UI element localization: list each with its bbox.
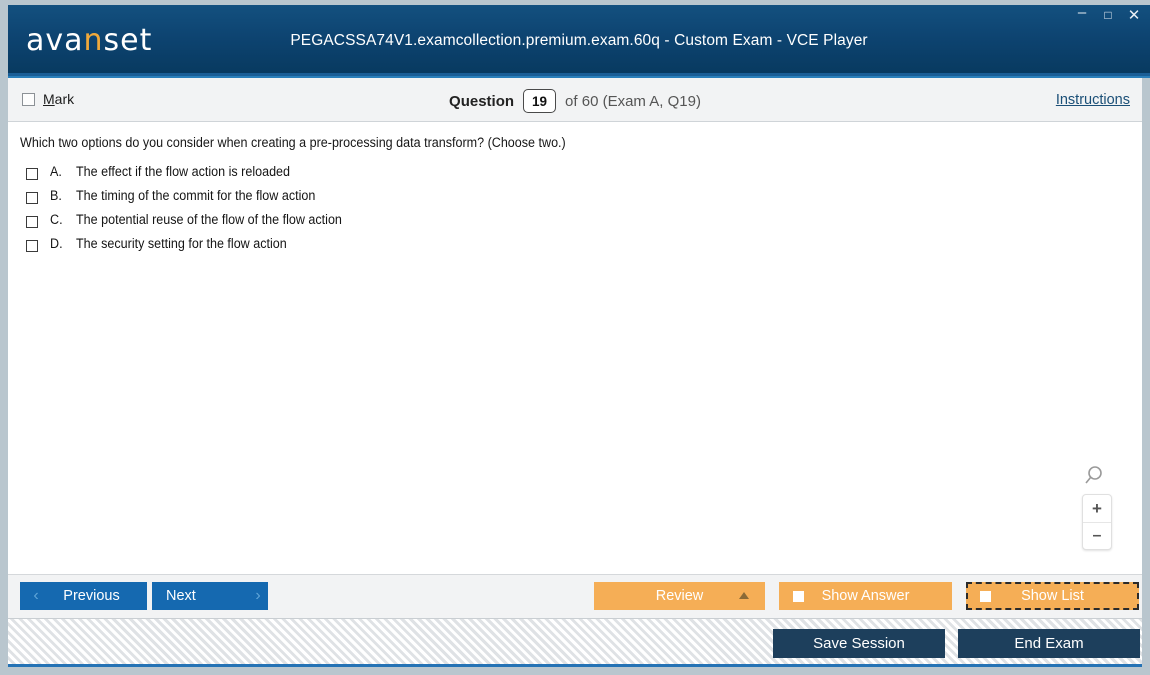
answer-checkbox-b[interactable] xyxy=(26,192,38,204)
answer-letter-c: C. xyxy=(50,212,63,227)
footer-bar: Save Session End Exam xyxy=(8,619,1142,667)
answer-option[interactable]: B. The timing of the commit for the flow… xyxy=(26,188,362,212)
app-title: PEGACSSA74V1.examcollection.premium.exam… xyxy=(290,32,868,49)
answer-text-a: The effect if the flow action is reloade… xyxy=(76,164,291,179)
answer-text-b: The timing of the commit for the flow ac… xyxy=(76,188,316,203)
answer-letter-d: D. xyxy=(50,236,63,251)
zoom-in-button[interactable]: + xyxy=(1083,495,1111,522)
zoom-out-button[interactable]: – xyxy=(1083,522,1111,549)
end-exam-button[interactable]: End Exam xyxy=(958,629,1140,658)
question-counter: Question 19 of 60 (Exam A, Q19) xyxy=(8,89,1142,113)
answer-checkbox-d[interactable] xyxy=(26,240,38,252)
answer-text-c: The potential reuse of the flow of the f… xyxy=(76,212,342,227)
save-session-button[interactable]: Save Session xyxy=(773,629,945,658)
answer-option[interactable]: C. The potential reuse of the flow of th… xyxy=(26,212,362,236)
question-text: Which two options do you consider when c… xyxy=(20,135,566,150)
question-content-area: Which two options do you consider when c… xyxy=(8,122,1142,575)
chevron-right-icon: › xyxy=(255,587,261,604)
checkbox-square-icon xyxy=(793,591,804,602)
review-button-label: Review xyxy=(655,588,704,604)
close-icon[interactable]: ✕ xyxy=(1126,7,1142,23)
review-button[interactable]: Review xyxy=(594,582,765,610)
show-answer-button-label: Show Answer xyxy=(821,588,910,604)
minimize-icon[interactable]: – xyxy=(1074,5,1090,23)
answer-option[interactable]: D. The security setting for the flow act… xyxy=(26,236,362,260)
show-list-button[interactable]: Show List xyxy=(966,582,1139,610)
navigation-toolbar: ‹ Previous Next › Review Show Answer Sho… xyxy=(8,575,1142,619)
title-bar: avanset PEGACSSA74V1.examcollection.prem… xyxy=(8,5,1150,73)
window-controls: – □ ✕ xyxy=(1074,5,1142,23)
caret-up-icon xyxy=(739,592,749,599)
next-button-label: Next xyxy=(166,588,196,604)
search-icon xyxy=(1083,464,1111,488)
zoom-buttons: + – xyxy=(1082,494,1112,550)
answer-letter-a: A. xyxy=(50,164,62,179)
question-number-input[interactable]: 19 xyxy=(523,89,557,113)
chevron-left-icon: ‹ xyxy=(33,587,39,604)
show-answer-button[interactable]: Show Answer xyxy=(779,582,952,610)
checkbox-square-icon xyxy=(980,591,991,602)
answer-options-list: A. The effect if the flow action is relo… xyxy=(26,164,362,260)
previous-button[interactable]: ‹ Previous xyxy=(20,582,147,610)
question-toolbar: Mark Question 19 of 60 (Exam A, Q19) Ins… xyxy=(8,78,1142,122)
answer-checkbox-c[interactable] xyxy=(26,216,38,228)
answer-letter-b: B. xyxy=(50,188,62,203)
maximize-icon[interactable]: □ xyxy=(1100,7,1116,23)
next-button[interactable]: Next › xyxy=(152,582,268,610)
show-list-button-label: Show List xyxy=(1021,588,1084,604)
answer-checkbox-a[interactable] xyxy=(26,168,38,180)
answer-text-d: The security setting for the flow action xyxy=(76,236,287,251)
question-total-label: of 60 (Exam A, Q19) xyxy=(565,92,701,110)
vce-player-window: avanset PEGACSSA74V1.examcollection.prem… xyxy=(0,0,1150,675)
previous-button-label: Previous xyxy=(63,588,120,604)
question-word-label: Question xyxy=(449,92,515,110)
instructions-link[interactable]: Instructions xyxy=(1056,92,1130,108)
answer-option[interactable]: A. The effect if the flow action is relo… xyxy=(26,164,362,188)
zoom-control: + – xyxy=(1080,464,1114,550)
window-bottom-edge xyxy=(0,670,1150,675)
